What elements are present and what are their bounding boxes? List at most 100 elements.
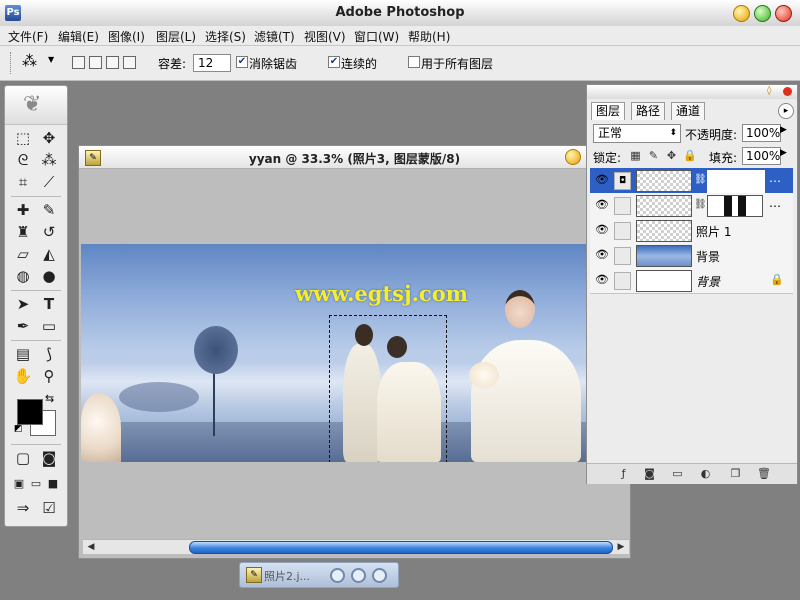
shape-tool-icon[interactable]: ▭	[38, 316, 60, 336]
menu-edit[interactable]: 编辑(E)	[58, 28, 99, 45]
foreground-color-swatch[interactable]	[17, 399, 43, 425]
eye-icon[interactable]: 👁	[595, 223, 609, 237]
layer-thumbnail[interactable]	[636, 170, 692, 192]
eyedropper-icon[interactable]: ⟆	[38, 344, 60, 364]
hand-tool-icon[interactable]: ✋	[12, 366, 34, 386]
paint-bucket-icon[interactable]: ◭	[38, 244, 60, 264]
layer-row[interactable]: 👁 照片 1	[590, 218, 793, 244]
link-box[interactable]	[614, 247, 631, 265]
menu-layer[interactable]: 图层(L)	[156, 28, 196, 45]
menu-file[interactable]: 文件(F)	[8, 28, 48, 45]
layer-row[interactable]: 👁 ⛓ …	[590, 193, 793, 219]
marching-ants-selection[interactable]	[329, 315, 447, 462]
menu-filter[interactable]: 滤镜(T)	[254, 28, 295, 45]
tab-layers[interactable]: 图层	[591, 102, 626, 120]
add-mask-icon[interactable]: ◙	[643, 467, 656, 480]
healing-brush-icon[interactable]: ✚	[12, 200, 34, 220]
opacity-slider-arrow-icon[interactable]: ▶	[780, 125, 787, 135]
tab-paths[interactable]: 路径	[631, 102, 666, 120]
horizontal-scrollbar[interactable]: ◀ ▶	[83, 539, 629, 554]
eraser-tool-icon[interactable]: ▱	[12, 244, 34, 264]
path-select-icon[interactable]: ➤	[12, 294, 34, 314]
menu-window[interactable]: 窗口(W)	[354, 28, 399, 45]
maximize-button[interactable]	[754, 5, 771, 22]
panel-menu-icon[interactable]: ▸	[778, 103, 794, 119]
adjustment-layer-icon[interactable]: ◐	[699, 467, 712, 480]
panel-close-button[interactable]	[783, 87, 792, 96]
image-canvas[interactable]: www.egtsj.com	[81, 244, 587, 462]
zoom-tool-icon[interactable]: ⚲	[38, 366, 60, 386]
layer-thumbnail[interactable]	[636, 195, 692, 217]
toolbox-header[interactable]: ❦	[5, 86, 67, 125]
link-box[interactable]	[614, 197, 631, 215]
layer-thumbnail[interactable]	[636, 245, 692, 267]
magic-wand-tool-icon[interactable]: ⁂	[22, 52, 37, 70]
dodge-tool-icon[interactable]: ●	[38, 266, 60, 286]
eye-icon[interactable]: 👁	[595, 273, 609, 287]
tab-channels[interactable]: 通道	[671, 102, 706, 120]
lasso-tool-icon[interactable]: ᘓ	[12, 150, 34, 170]
clone-stamp-icon[interactable]: ♜	[12, 222, 34, 242]
fill-input[interactable]: 100%	[742, 147, 781, 165]
lock-all-icon[interactable]: 🔒	[683, 149, 697, 162]
panel-collapse-icon[interactable]: ◊	[767, 86, 771, 96]
mask-edit-icon[interactable]: ◘	[614, 172, 631, 190]
brush-tool-icon[interactable]: ✎	[38, 200, 60, 220]
contiguous-checkbox[interactable]: ✔	[328, 56, 340, 68]
new-selection-icon[interactable]	[72, 56, 85, 69]
menu-select[interactable]: 选择(S)	[205, 28, 246, 45]
type-tool-icon[interactable]: T	[38, 294, 60, 314]
add-selection-icon[interactable]	[89, 56, 102, 69]
scroll-right-arrow-icon[interactable]: ▶	[615, 540, 627, 554]
blur-tool-icon[interactable]: ◍	[12, 266, 34, 286]
blend-mode-select[interactable]: 正常 ⬍	[593, 124, 681, 143]
eye-icon[interactable]: 👁	[595, 198, 609, 212]
link-box[interactable]	[614, 272, 631, 290]
layer-style-icon[interactable]: ƒ	[617, 467, 630, 480]
menu-view[interactable]: 视图(V)	[304, 28, 346, 45]
anti-alias-checkbox[interactable]: ✔	[236, 56, 248, 68]
marquee-tool-icon[interactable]: ⬚	[12, 128, 34, 148]
lock-image-icon[interactable]: ✎	[647, 149, 660, 162]
mini-minimize-button[interactable]	[330, 568, 345, 583]
tolerance-input[interactable]: 12	[193, 54, 231, 72]
layer-thumbnail[interactable]	[636, 270, 692, 292]
pen-tool-icon[interactable]: ✒	[12, 316, 34, 336]
minimized-document[interactable]: ✎ 照片2.j...	[239, 562, 399, 588]
chain-link-icon[interactable]: ⛓	[694, 199, 707, 210]
standard-mode-icon[interactable]: ▢	[12, 448, 34, 468]
layer-thumbnail[interactable]	[636, 220, 692, 242]
commit-icon[interactable]: ☑	[38, 498, 60, 518]
trash-icon[interactable]: 🗑	[757, 467, 771, 480]
swap-colors-icon[interactable]: ⇆	[45, 392, 54, 405]
minimize-button[interactable]	[733, 5, 750, 22]
layer-mask-thumbnail[interactable]	[707, 195, 763, 217]
slice-tool-icon[interactable]: ⟋	[38, 172, 60, 192]
intersect-selection-icon[interactable]	[123, 56, 136, 69]
layer-row[interactable]: 👁 背景	[590, 243, 793, 269]
menu-help[interactable]: 帮助(H)	[408, 28, 450, 45]
options-grip[interactable]	[10, 52, 13, 74]
document-close-button[interactable]	[565, 149, 581, 165]
new-group-icon[interactable]: ▭	[671, 467, 684, 480]
opacity-input[interactable]: 100%	[742, 124, 781, 142]
all-layers-checkbox[interactable]	[408, 56, 420, 68]
layer-row[interactable]: 👁 ◘ ⛓ …	[590, 168, 793, 194]
lock-position-icon[interactable]: ✥	[665, 149, 678, 162]
history-brush-icon[interactable]: ↺	[38, 222, 60, 242]
quickmask-mode-icon[interactable]: ◙	[38, 448, 60, 468]
subtract-selection-icon[interactable]	[106, 56, 119, 69]
panel-titlebar[interactable]: ◊	[587, 85, 797, 99]
layer-row[interactable]: 👁 背景 🔒	[590, 268, 793, 294]
magic-wand-icon[interactable]: ⁂	[38, 150, 60, 170]
eye-icon[interactable]: 👁	[595, 248, 609, 262]
imageready-jump-icon[interactable]: ⇒	[12, 498, 34, 518]
mini-close-button[interactable]	[372, 568, 387, 583]
scrollbar-thumb[interactable]	[189, 541, 613, 554]
notes-tool-icon[interactable]: ▤	[12, 344, 34, 364]
mini-maximize-button[interactable]	[351, 568, 366, 583]
tool-preset-chevron-icon[interactable]: ▼	[48, 55, 54, 64]
eye-icon[interactable]: 👁	[595, 173, 609, 187]
screen-mode-full-icon[interactable]: ■	[42, 474, 64, 494]
layer-mask-thumbnail[interactable]	[707, 170, 765, 194]
